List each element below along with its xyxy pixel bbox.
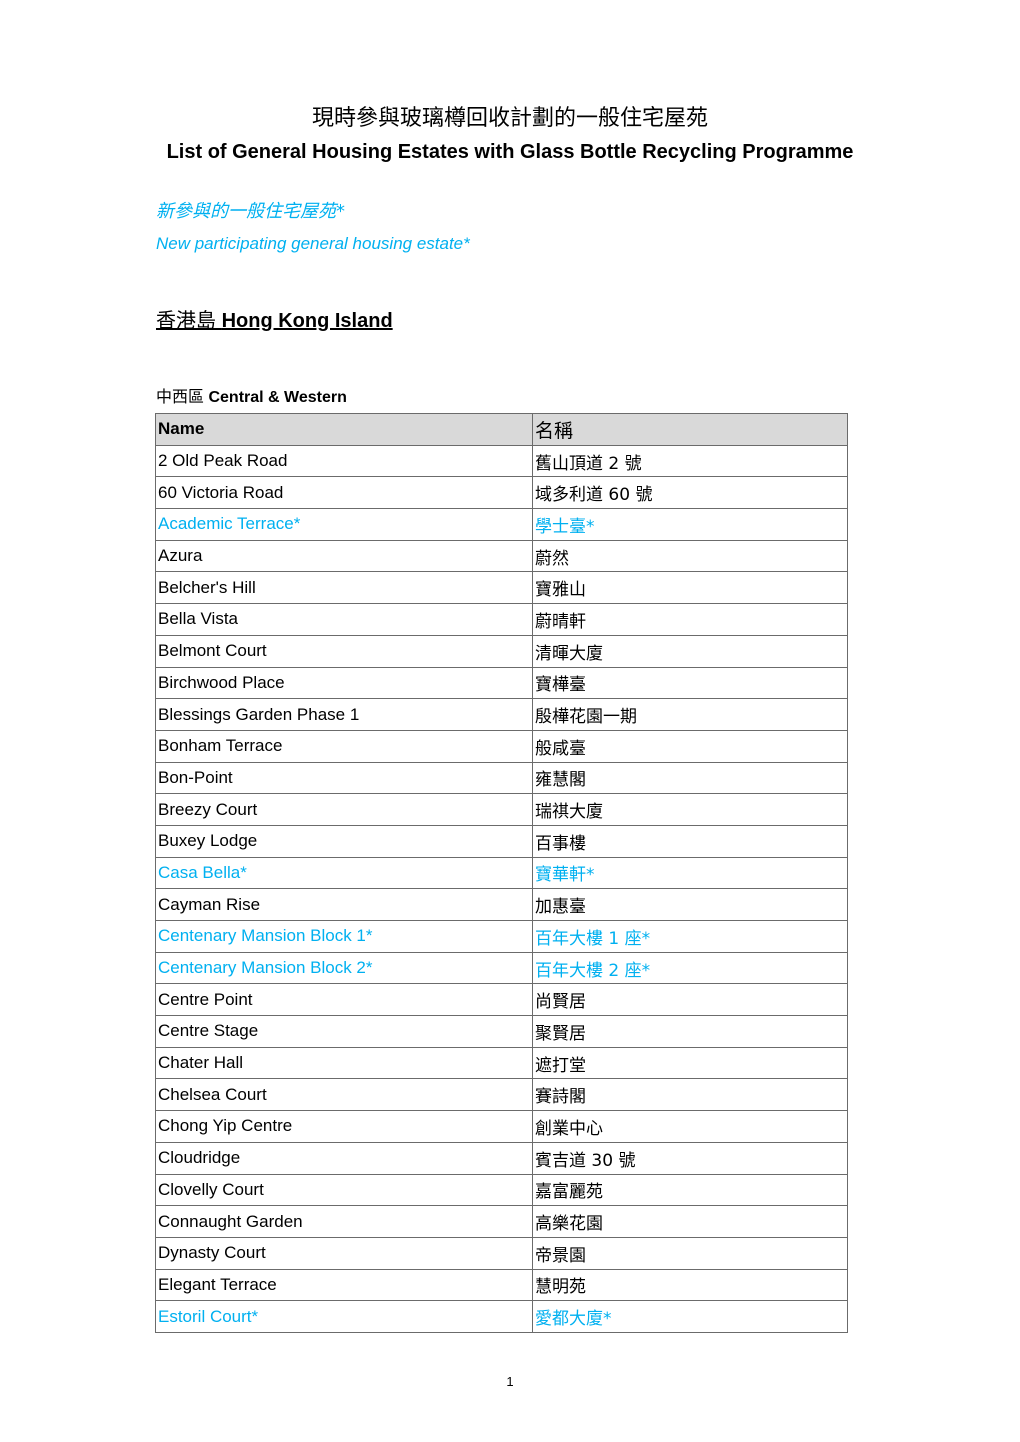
estate-name: 60 Victoria Road [155, 476, 533, 510]
table-row: Blessings Garden Phase 1 殷樺花園一期 [155, 698, 848, 731]
estate-name: Azura [155, 539, 533, 573]
estate-name: Estoril Court* [155, 1300, 533, 1333]
estate-name-chinese: 帝景園 [532, 1236, 848, 1270]
estate-name-chinese: 創業中心 [532, 1110, 848, 1143]
estate-name-chinese: 寶樺臺 [532, 666, 848, 700]
table-row: Centenary Mansion Block 2* 百年大樓 2 座* [155, 951, 848, 985]
table-row: Connaught Garden 高樂花園 [155, 1205, 848, 1238]
estate-name: Dynasty Court [155, 1236, 533, 1270]
estate-name: Chong Yip Centre [155, 1110, 533, 1143]
estate-name-chinese: 清暉大廈 [532, 634, 848, 668]
estate-name: Buxey Lodge [155, 824, 533, 858]
table-row: Bon-Point 雍慧閣 [155, 761, 848, 795]
estate-name: Bonham Terrace [155, 729, 533, 763]
table-row: Bella Vista 蔚晴軒 [155, 603, 848, 636]
table-row: Centenary Mansion Block 1* 百年大樓 1 座* [155, 920, 848, 953]
estate-name-chinese: 遮打堂 [532, 1046, 848, 1080]
district-heading: 中西區 Central & Western [156, 386, 347, 409]
estate-name: Belcher's Hill [155, 571, 533, 605]
estate-name: Centre Point [155, 983, 533, 1017]
estate-name-chinese: 嘉富麗苑 [532, 1173, 848, 1207]
column-header-name: Name [155, 413, 533, 446]
region-heading-english: Hong Kong Island [221, 310, 393, 332]
table-row: Cayman Rise 加惠臺 [155, 888, 848, 921]
estate-name-chinese: 聚賢居 [532, 1015, 848, 1048]
estate-name-chinese: 賽詩閣 [532, 1078, 848, 1112]
table-row: Breezy Court 瑞祺大廈 [155, 793, 848, 826]
estate-name-chinese: 百事樓 [532, 824, 848, 858]
legend-new-estate-chinese: 新參與的一般住宅屋苑* [156, 201, 345, 222]
estate-name: Belmont Court [155, 634, 533, 668]
estate-name-chinese: 般咸臺 [532, 729, 848, 763]
table-row: Azura 蔚然 [155, 539, 848, 573]
estate-name-chinese: 舊山頂道 2 號 [532, 444, 848, 478]
region-heading: 香港島 Hong Kong Island [156, 306, 393, 335]
estate-name: Breezy Court [155, 793, 533, 826]
estate-name: Chelsea Court [155, 1078, 533, 1112]
table-row: Chelsea Court 賽詩閣 [155, 1078, 848, 1112]
estate-name: Clovelly Court [155, 1173, 533, 1207]
document-title-chinese: 現時參與玻璃樽回收計劃的一般住宅屋苑 [311, 106, 708, 131]
legend-new-estate-english: New participating general housing estate… [156, 234, 470, 253]
table-row: Dynasty Court 帝景園 [155, 1236, 848, 1270]
estates-table: Name 名稱 2 Old Peak Road 舊山頂道 2 號 60 Victor… [155, 413, 848, 1333]
table-row: Bonham Terrace 般咸臺 [155, 729, 848, 763]
estate-name: 2 Old Peak Road [155, 444, 533, 478]
table-row: Centre Point 尚賢居 [155, 983, 848, 1017]
estate-name: Birchwood Place [155, 666, 533, 700]
table-row: 60 Victoria Road 域多利道 60 號 [155, 476, 848, 510]
estate-name: Cayman Rise [155, 888, 533, 921]
estate-name-chinese: 域多利道 60 號 [532, 476, 848, 510]
page-number: 1 [506, 1374, 514, 1389]
district-heading-english: Central & Western [208, 389, 347, 406]
estate-name: Blessings Garden Phase 1 [155, 698, 533, 731]
estate-name: Academic Terrace* [155, 508, 533, 541]
column-header-name-chinese: 名稱 [532, 413, 848, 446]
estate-name: Centre Stage [155, 1015, 533, 1048]
estate-name-chinese: 愛都大廈* [532, 1300, 848, 1333]
table-row: 2 Old Peak Road 舊山頂道 2 號 [155, 444, 848, 478]
table-row: Buxey Lodge 百事樓 [155, 824, 848, 858]
estate-name: Centenary Mansion Block 1* [155, 920, 533, 953]
table-row: Belmont Court 清暉大廈 [155, 634, 848, 668]
estate-name-chinese: 慧明苑 [532, 1268, 848, 1302]
table-row: Cloudridge 賓吉道 30 號 [155, 1141, 848, 1175]
estate-name-chinese: 寶雅山 [532, 571, 848, 605]
estate-name-chinese: 高樂花園 [532, 1205, 848, 1238]
estate-name: Centenary Mansion Block 2* [155, 951, 533, 985]
estate-name: Casa Bella* [155, 856, 533, 890]
estate-name-chinese: 瑞祺大廈 [532, 793, 848, 826]
district-heading-chinese: 中西區 [156, 387, 205, 406]
table-row: Academic Terrace* 學士臺* [155, 508, 848, 541]
estate-name: Bon-Point [155, 761, 533, 795]
estate-name-chinese: 殷樺花園一期 [532, 698, 848, 731]
table-row: Estoril Court* 愛都大廈* [155, 1300, 848, 1333]
estate-name: Bella Vista [155, 603, 533, 636]
estate-name-chinese: 加惠臺 [532, 888, 848, 921]
region-heading-chinese: 香港島 [156, 308, 216, 332]
table-row: Centre Stage 聚賢居 [155, 1015, 848, 1048]
estate-name-chinese: 百年大樓 2 座* [532, 951, 848, 985]
estate-name: Chater Hall [155, 1046, 533, 1080]
table-row: Clovelly Court 嘉富麗苑 [155, 1173, 848, 1207]
estate-name-chinese: 蔚晴軒 [532, 603, 848, 636]
estate-name: Connaught Garden [155, 1205, 533, 1238]
table-row: Chong Yip Centre 創業中心 [155, 1110, 848, 1143]
table-header-row: Name 名稱 [155, 413, 848, 446]
table-row: Birchwood Place 寶樺臺 [155, 666, 848, 700]
table-row: Casa Bella* 寶華軒* [155, 856, 848, 890]
estate-name-chinese: 尚賢居 [532, 983, 848, 1017]
estate-name: Cloudridge [155, 1141, 533, 1175]
estate-name: Elegant Terrace [155, 1268, 533, 1302]
document-title-english: List of General Housing Estates with Gla… [166, 141, 854, 163]
table-row: Elegant Terrace 慧明苑 [155, 1268, 848, 1302]
estate-name-chinese: 百年大樓 1 座* [532, 920, 848, 953]
estate-name-chinese: 學士臺* [532, 508, 848, 541]
estate-name-chinese: 寶華軒* [532, 856, 848, 890]
estate-name-chinese: 賓吉道 30 號 [532, 1141, 848, 1175]
table-row: Belcher's Hill 寶雅山 [155, 571, 848, 605]
table-row: Chater Hall 遮打堂 [155, 1046, 848, 1080]
estate-name-chinese: 蔚然 [532, 539, 848, 573]
estate-name-chinese: 雍慧閣 [532, 761, 848, 795]
